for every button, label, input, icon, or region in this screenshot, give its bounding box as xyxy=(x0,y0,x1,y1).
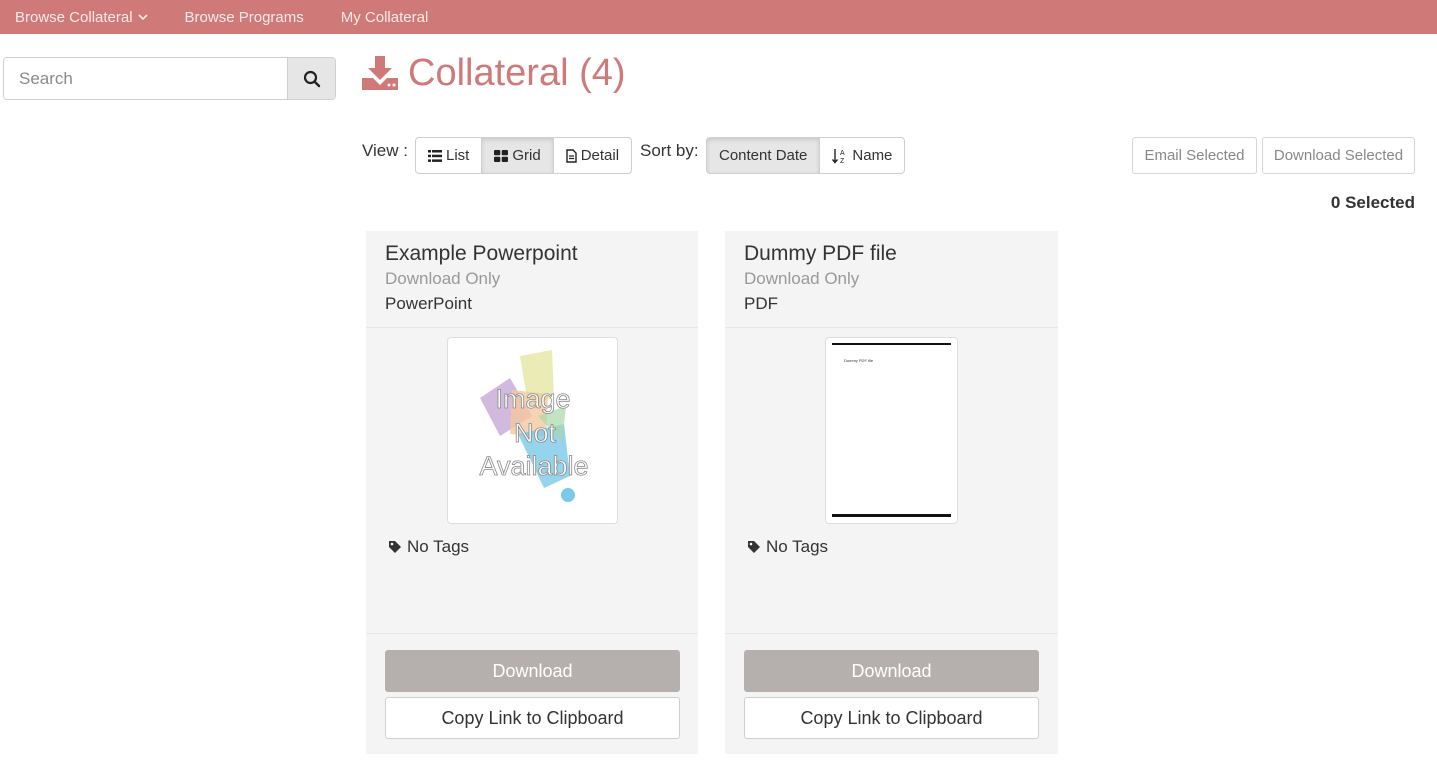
email-selected-button[interactable]: Email Selected xyxy=(1132,137,1257,174)
copy-link-button[interactable]: Copy Link to Clipboard xyxy=(385,697,680,739)
card-tags-label: No Tags xyxy=(766,537,829,556)
card-tags: No Tags xyxy=(388,537,469,557)
grid-icon xyxy=(494,149,509,162)
view-label: View : xyxy=(362,141,408,160)
card-subtype: Download Only xyxy=(385,269,501,288)
thumb-text-line-1: Image xyxy=(495,384,570,414)
view-list-label: List xyxy=(446,147,470,164)
download-button[interactable]: Download xyxy=(744,650,1039,692)
sort-name-label: Name xyxy=(852,147,893,164)
search-button[interactable] xyxy=(287,58,335,99)
sort-name-button[interactable]: A Z Name xyxy=(819,137,906,174)
sort-content-date-button[interactable]: Content Date xyxy=(706,137,821,174)
download-selected-button[interactable]: Download Selected xyxy=(1262,137,1415,174)
sort-label: Sort by: xyxy=(640,141,699,160)
svg-text:Z: Z xyxy=(840,158,845,164)
selected-count: 0 Selected xyxy=(1330,193,1415,212)
collateral-card: Example Powerpoint Download Only PowerPo… xyxy=(366,231,698,754)
nav-browse-programs[interactable]: Browse Programs xyxy=(185,9,304,26)
image-not-available-icon: Image Not Available xyxy=(479,350,589,502)
card-title[interactable]: Example Powerpoint xyxy=(385,241,679,267)
view-detail-label: Detail xyxy=(580,147,620,164)
top-nav: Browse Collateral Browse Programs My Col… xyxy=(0,0,1437,34)
nav-my-collateral-label: My Collateral xyxy=(340,8,429,26)
card-title[interactable]: Dummy PDF file xyxy=(744,241,1039,267)
sort-content-date-label: Content Date xyxy=(719,147,808,164)
copy-link-button[interactable]: Copy Link to Clipboard xyxy=(744,697,1039,739)
search-input[interactable] xyxy=(4,58,287,99)
view-detail-button[interactable]: Detail xyxy=(552,137,633,174)
list-icon xyxy=(428,149,442,162)
view-grid-button[interactable]: Grid xyxy=(481,137,554,174)
card-tags-label: No Tags xyxy=(407,537,470,556)
card-file-type: PDF xyxy=(744,294,778,313)
card-subtype: Download Only xyxy=(744,269,860,288)
card-header: Dummy PDF file Download Only PDF xyxy=(725,231,1058,328)
download-icon xyxy=(362,56,398,90)
card-divider xyxy=(366,633,698,634)
thumb-text-line-3: Available xyxy=(479,451,588,481)
sort-toggle: Content Date A Z Name xyxy=(706,137,906,174)
pdf-preview-text: Dummy PDF file xyxy=(844,358,874,363)
search-icon xyxy=(303,70,320,87)
card-thumbnail[interactable]: Dummy PDF file xyxy=(825,337,958,524)
nav-browse-collateral[interactable]: Browse Collateral xyxy=(15,9,148,26)
view-toggle: List Grid Detail xyxy=(415,137,633,174)
thumb-text-line-2: Not xyxy=(514,418,557,448)
pdf-rule-bottom xyxy=(832,514,951,517)
pdf-page-preview: Dummy PDF file xyxy=(826,338,957,523)
download-button[interactable]: Download xyxy=(385,650,680,692)
svg-text:A: A xyxy=(840,150,845,157)
card-tags: No Tags xyxy=(747,537,828,557)
tag-icon xyxy=(389,541,401,553)
view-list-button[interactable]: List xyxy=(415,137,483,174)
nav-browse-collateral-label: Browse Collateral xyxy=(15,8,133,26)
chevron-down-icon xyxy=(137,14,148,21)
nav-browse-programs-label: Browse Programs xyxy=(184,8,304,26)
card-divider xyxy=(725,633,1058,634)
page-title: Collateral (4) xyxy=(362,50,626,96)
card-file-type: PowerPoint xyxy=(385,294,472,313)
search-box xyxy=(3,57,336,100)
file-icon xyxy=(565,148,577,163)
page-title-text: Collateral (4) xyxy=(408,51,626,94)
collateral-card: Dummy PDF file Download Only PDF Dummy P… xyxy=(725,231,1058,754)
card-thumbnail[interactable]: Image Not Available xyxy=(447,337,618,524)
pdf-rule-top xyxy=(832,343,951,345)
card-header: Example Powerpoint Download Only PowerPo… xyxy=(366,231,698,328)
sort-alpha-icon: A Z xyxy=(832,148,845,164)
view-grid-label: Grid xyxy=(512,147,541,164)
nav-my-collateral[interactable]: My Collateral xyxy=(341,9,429,26)
tag-icon xyxy=(748,541,760,553)
